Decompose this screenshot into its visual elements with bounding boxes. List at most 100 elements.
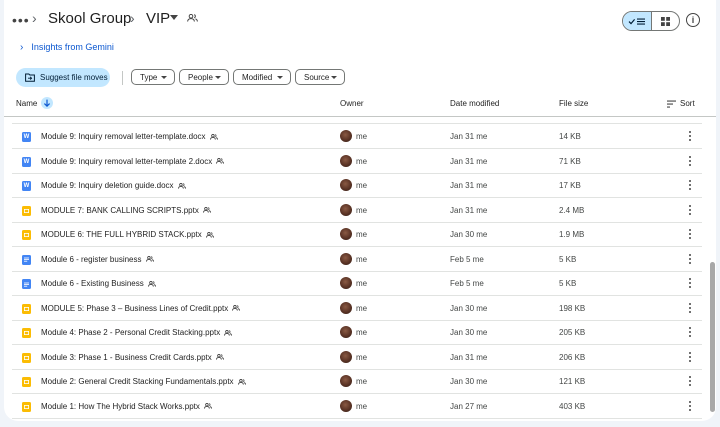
date-modified-cell: Jan 30 me (450, 230, 488, 239)
table-row[interactable]: Module 3: Phase 1 - Business Credit Card… (12, 346, 702, 370)
breadcrumb-parent[interactable]: Skool Group (48, 10, 131, 27)
file-name: Module 1: How The Hybrid Stack Works.ppt… (41, 402, 212, 411)
more-actions-icon[interactable] (686, 253, 694, 265)
file-size-cell: 5 KB (559, 254, 577, 264)
sort-icon[interactable] (667, 100, 676, 108)
header-bar: ••• › Skool Group › VIP i (4, 0, 716, 40)
file-size-cell: 403 KB (559, 401, 586, 411)
file-size-cell: 17 KB (559, 181, 581, 190)
owner-cell: me (356, 328, 368, 337)
table-row[interactable] (12, 117, 702, 124)
size-column-header[interactable]: File size (559, 99, 588, 108)
more-actions-icon[interactable] (686, 130, 694, 142)
date-modified-cell: Jan 30 me (450, 377, 488, 386)
chevron-right-icon: › (20, 41, 24, 53)
sort-button[interactable]: Sort (680, 99, 695, 108)
avatar (340, 277, 352, 289)
file-name: Module 9: Inquiry removal letter-templat… (41, 157, 225, 166)
table-row[interactable]: MODULE 6: THE FULL HYBRID STACK.pptx me Ja… (12, 223, 702, 247)
breadcrumb-separator-icon: › (130, 10, 135, 26)
date-modified-cell: Jan 31 me (450, 156, 488, 166)
scrollbar[interactable] (710, 262, 715, 412)
table-row[interactable]: MODULE 7: BANK CALLING SCRIPTS.pptx me Jan… (12, 199, 702, 223)
file-size-cell: 1.9 MB (559, 230, 585, 239)
shared-icon (147, 280, 156, 287)
table-row[interactable]: Module 6 - register business me Feb 5 me 5 … (12, 248, 702, 272)
more-actions-icon[interactable] (686, 326, 694, 338)
more-actions-icon[interactable] (686, 179, 694, 191)
type-filter-label: Type (140, 72, 158, 82)
shared-icon (145, 256, 154, 263)
more-breadcrumbs-button[interactable]: ••• (12, 12, 30, 28)
date-modified-cell: Jan 31 me (450, 132, 488, 141)
file-size-cell: 206 KB (559, 352, 586, 362)
docs-file-icon (22, 254, 31, 265)
table-row[interactable]: W Module 9: Inquiry deletion guide.docx me… (12, 174, 702, 198)
type-filter-chip[interactable]: Type (131, 69, 175, 85)
modified-filter-label: Modified (242, 72, 273, 82)
source-filter-chip[interactable]: Source (295, 69, 345, 85)
dropdown-icon (215, 75, 221, 79)
name-column-header[interactable]: Name (16, 99, 37, 108)
chevron-down-icon[interactable] (170, 15, 178, 20)
slides-file-icon (22, 401, 31, 412)
more-actions-icon[interactable] (686, 155, 694, 167)
table-row[interactable]: Module 6 - Existing Business me Feb 5 me 5 … (12, 272, 702, 296)
file-name: Module 3: Phase 1 - Business Credit Card… (41, 353, 224, 362)
owner-cell: me (356, 156, 368, 166)
file-size-cell: 14 KB (559, 132, 581, 141)
shared-icon (237, 378, 246, 385)
table-header: Name Owner Date modified File size Sort (4, 94, 716, 117)
table-row[interactable]: MODULE 5: Phase 3 – Business Lines of Cr… (12, 297, 702, 321)
modified-filter-chip[interactable]: Modified (233, 69, 291, 85)
file-name: Module 9: Inquiry removal letter-templat… (41, 132, 218, 141)
more-actions-icon[interactable] (686, 277, 694, 289)
avatar (340, 399, 352, 412)
avatar (340, 228, 352, 240)
gemini-insights-toggle[interactable]: › Insights from Gemini (20, 40, 114, 54)
more-actions-icon[interactable] (686, 302, 694, 314)
source-filter-label: Source (304, 72, 330, 82)
avatar (340, 301, 352, 314)
file-name: MODULE 6: THE FULL HYBRID STACK.pptx (41, 230, 214, 239)
suggest-file-moves-button[interactable]: Suggest file moves (16, 68, 110, 87)
table-row[interactable]: Module 2: General Credit Stacking Fundam… (12, 370, 702, 394)
slides-file-icon (22, 303, 31, 314)
owner-column-header[interactable]: Owner (340, 99, 364, 108)
list-view-button[interactable] (623, 12, 652, 30)
slides-file-icon (22, 377, 31, 387)
owner-cell: me (356, 230, 368, 239)
date-modified-cell: Jan 31 me (450, 205, 488, 215)
more-actions-icon[interactable] (686, 351, 694, 363)
date-column-header[interactable]: Date modified (450, 99, 499, 108)
more-actions-icon[interactable] (686, 400, 694, 412)
table-row[interactable]: W Module 9: Inquiry removal letter-templa… (12, 150, 702, 174)
sort-direction-button[interactable] (41, 97, 53, 109)
shared-icon (232, 305, 241, 312)
shared-icon (224, 329, 233, 336)
avatar (340, 326, 352, 338)
slides-file-icon (22, 230, 31, 240)
dropdown-icon (161, 75, 167, 79)
grid-view-button[interactable] (652, 12, 679, 30)
file-name: Module 2: General Credit Stacking Fundam… (41, 377, 246, 386)
more-actions-icon[interactable] (686, 204, 694, 216)
table-row[interactable]: Module 1: How The Hybrid Stack Works.ppt… (12, 395, 702, 419)
people-filter-chip[interactable]: People (179, 69, 229, 85)
grid-icon (661, 16, 670, 26)
owner-cell: me (356, 254, 368, 264)
more-actions-icon[interactable] (686, 228, 694, 240)
word-file-icon: W (22, 132, 31, 142)
suggest-file-moves-label: Suggest file moves (40, 73, 108, 82)
avatar (340, 203, 352, 216)
table-row[interactable]: W Module 9: Inquiry removal letter-templa… (12, 125, 702, 149)
table-row[interactable]: Module 4: Phase 2 - Personal Credit Stac… (12, 321, 702, 345)
shared-icon (203, 403, 212, 410)
more-actions-icon[interactable] (686, 375, 694, 387)
divider (122, 71, 123, 85)
breadcrumb-current[interactable]: VIP (146, 10, 170, 27)
date-modified-cell: Jan 30 me (450, 328, 488, 337)
shared-icon (205, 231, 214, 238)
info-icon[interactable]: i (686, 13, 700, 27)
avatar (340, 252, 352, 265)
